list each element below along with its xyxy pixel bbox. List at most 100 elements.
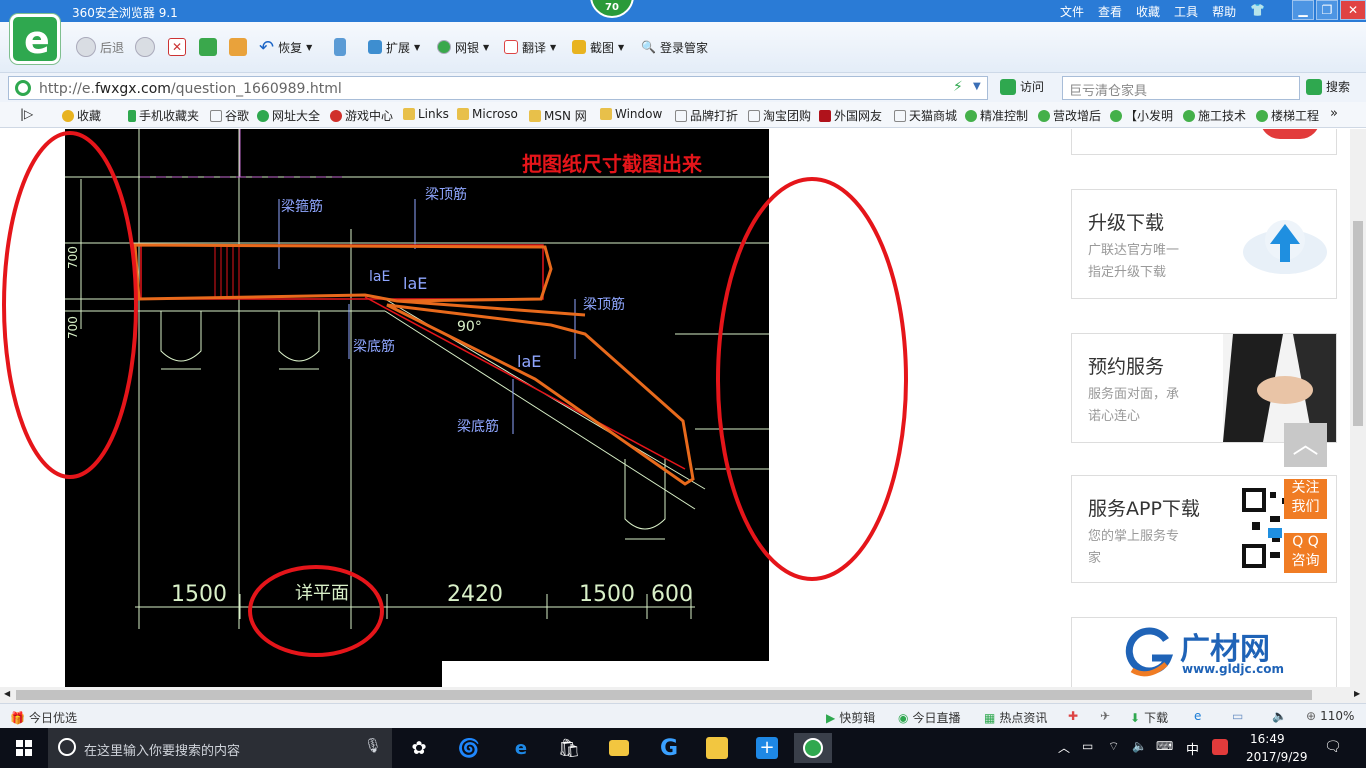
dropdown-icon[interactable]: ▼ [973,81,981,92]
back-button[interactable]: 后退 [76,36,124,58]
login-manager-button[interactable]: 🔍 登录管家 [641,36,708,58]
search-button[interactable]: 搜索 [1306,78,1350,95]
bookmark-item[interactable]: MSN 网 [529,107,587,124]
visit-button[interactable]: 访问 [1000,78,1044,95]
bank-button[interactable]: 网银 ▼ [437,36,489,58]
restore-button[interactable]: ❐ [1316,0,1338,20]
clock-time[interactable]: 16:49 [1250,732,1285,746]
partial-card[interactable] [1071,129,1337,155]
daily-picks-button[interactable]: 🎁 今日优选 [10,709,77,726]
vertical-scrollbar[interactable] [1350,129,1366,687]
follow-us-button[interactable]: 关注 我们 [1284,479,1327,519]
extend-label: 扩展 [386,40,411,55]
taskbar-search-box[interactable]: 在这里输入你要搜索的内容 🎙 [48,728,392,768]
edge-icon[interactable]: e [502,733,540,763]
bookmark-item[interactable]: 楼梯工程 [1256,107,1319,124]
restore-tab-button[interactable]: ↶ 恢复 ▼ [259,36,312,58]
menu-tools[interactable]: 工具 [1174,3,1198,20]
store-icon[interactable]: 🛍 [550,733,588,763]
scroll-right-icon[interactable]: ▶ [1354,689,1360,698]
speaker-icon[interactable]: 🔈 [1132,739,1147,753]
file-explorer-icon[interactable] [600,733,638,763]
refresh-button[interactable] [199,36,217,58]
url-text[interactable]: http://e.fwxgx.com/question_1660989.html [39,81,342,97]
pin-icon[interactable]: ✈ [1100,709,1110,723]
bookmark-item[interactable]: 施工技术 [1183,107,1246,124]
battery-icon[interactable]: ▭ [1082,739,1093,753]
close-button[interactable]: ✕ [1340,0,1366,20]
download-icon: ⬇ [1130,710,1141,725]
upgrade-download-card[interactable]: 升级下载 广联达官方唯一 指定升级下载 [1071,189,1337,299]
back-to-top-button[interactable]: ︿ [1284,423,1327,467]
window-icon[interactable]: ▭ [1232,709,1243,723]
minimize-button[interactable]: ▁ [1292,0,1314,20]
browser-swirl-icon[interactable]: 🌀 [450,733,488,763]
horizontal-scrollbar[interactable]: ◀ ▶ [0,687,1366,703]
scroll-left-icon[interactable]: ◀ [4,689,10,698]
bookmark-item[interactable]: 天猫商城 [894,107,957,124]
microphone-icon[interactable]: 🎙 [364,738,382,754]
scroll-thumb[interactable] [1353,221,1363,426]
bookmark-item[interactable]: Window [600,107,662,121]
bookmark-favorites[interactable]: 收藏 [62,107,101,124]
menu-file[interactable]: 文件 [1060,3,1084,20]
notification-icon[interactable]: 🗨 [1324,739,1342,755]
bookmark-item[interactable]: 【小发明 [1110,107,1173,124]
home-button[interactable] [229,36,247,58]
live-label: 今日直播 [912,711,961,725]
bookmark-item[interactable]: 品牌打折 [675,107,738,124]
extend-button[interactable]: 扩展 ▼ [368,36,420,58]
volume-icon[interactable]: 🔈 [1272,709,1287,723]
bookmark-item[interactable]: 外国网友 [819,107,882,124]
bookmark-item[interactable]: Links [403,107,449,121]
bookmark-item[interactable]: Microso [457,107,518,121]
brand-card[interactable]: 广材网 www.gldjc.com [1071,617,1337,687]
bookmark-item[interactable]: 游戏中心 [330,107,393,124]
bookmark-item[interactable]: 精准控制 [965,107,1028,124]
menu-view[interactable]: 查看 [1098,3,1122,20]
wifi-icon[interactable]: ⌔ [1108,739,1119,754]
forward-button[interactable] [135,36,155,58]
bookmark-item[interactable]: 淘宝团购 [748,107,811,124]
search-input[interactable]: 巨亏清仓家具 [1062,76,1300,100]
chevron-down-icon: ▼ [414,42,421,52]
bookmark-item[interactable]: 网址大全 [257,107,320,124]
address-bar[interactable]: http://e.fwxgx.com/question_1660989.html… [8,76,988,100]
translate-icon [504,40,518,54]
360-browser-task-icon[interactable] [794,733,832,763]
speed-badge[interactable]: 70 [590,0,634,18]
phone-button[interactable] [334,36,346,58]
ime-indicator[interactable]: 中 [1186,739,1199,758]
task-view-icon[interactable]: ✿ [400,733,438,763]
clip-button[interactable]: ▶ 快剪辑 [826,709,875,726]
bookmark-item[interactable]: 谷歌 [210,107,249,124]
live-button[interactable]: ◉ 今日直播 [898,709,961,726]
menu-favorites[interactable]: 收藏 [1136,3,1160,20]
bookmark-item[interactable]: 手机收藏夹 [128,107,199,124]
notes-icon[interactable] [698,733,736,763]
skin-icon[interactable]: 👕 [1250,3,1265,20]
sidebar-toggle-icon[interactable]: |▷ [20,107,33,121]
zoom-control[interactable]: ⊕ 110% [1306,709,1354,723]
scroll-thumb[interactable] [16,690,1312,700]
sogou-ime-icon[interactable] [1212,739,1228,758]
more-bookmarks-icon[interactable]: » [1330,106,1338,121]
stop-button[interactable]: ✕ [168,36,186,58]
safety-icon[interactable]: ✚ [1068,709,1078,723]
app-plus-icon[interactable]: + [748,733,786,763]
windows-start-icon[interactable] [5,733,43,763]
bookmark-item[interactable]: 营改增后 [1038,107,1101,124]
qq-consult-button[interactable]: Q Q 咨询 [1284,533,1327,573]
keyboard-icon[interactable]: ⌨ [1156,739,1173,753]
clock-date[interactable]: 2017/9/29 [1246,750,1308,764]
ie-icon[interactable]: e [1194,709,1201,723]
search-label: 搜索 [1326,80,1351,94]
menu-help[interactable]: 帮助 [1212,3,1236,20]
translate-button[interactable]: 翻译 ▼ [504,36,556,58]
lightning-icon[interactable]: ⚡ [953,79,963,95]
news-button[interactable]: ▦ 热点资讯 [984,709,1047,726]
tray-chevron-icon[interactable]: ︿ [1058,739,1070,756]
screenshot-button[interactable]: 截图 ▼ [572,36,624,58]
glodon-icon[interactable]: G [650,733,688,763]
download-button[interactable]: ⬇ 下载 [1130,709,1168,726]
